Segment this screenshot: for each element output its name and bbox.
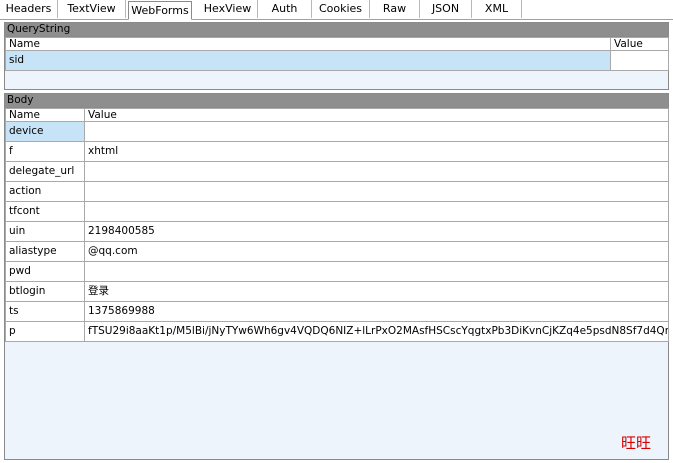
body-value-column-header[interactable]: Value <box>84 108 669 122</box>
querystring-header: QueryString <box>5 23 668 37</box>
table-row[interactable]: action <box>5 181 669 202</box>
table-row[interactable]: btlogin 登录 <box>5 281 669 302</box>
body-table: Name Value device f xhtml delegate_url a… <box>5 108 669 342</box>
body-row-value[interactable]: 登录 <box>84 281 669 302</box>
body-header: Body <box>5 94 668 108</box>
tab-headers[interactable]: Headers <box>0 0 58 18</box>
body-header-row: Name Value <box>5 108 669 122</box>
body-row-value[interactable]: @qq.com <box>84 241 669 262</box>
table-row[interactable]: tfcont <box>5 201 669 222</box>
tab-hexview[interactable]: HexView <box>198 0 258 18</box>
querystring-value-column-header[interactable]: Value <box>610 37 669 51</box>
querystring-row-value[interactable] <box>610 50 669 71</box>
table-row[interactable]: ts 1375869988 <box>5 301 669 322</box>
querystring-table: Name Value sid <box>5 37 669 71</box>
tab-strip: Headers TextView WebForms HexView Auth C… <box>0 0 673 20</box>
body-row-name[interactable]: btlogin <box>5 281 85 302</box>
body-row-name[interactable]: f <box>5 141 85 162</box>
querystring-header-row: Name Value <box>5 37 669 51</box>
body-row-name[interactable]: pwd <box>5 261 85 282</box>
body-panel: Body Name Value device f xhtml delegate_… <box>4 93 669 460</box>
body-row-value[interactable]: 2198400585 <box>84 221 669 242</box>
tab-xml[interactable]: XML <box>472 0 522 18</box>
table-row[interactable]: device <box>5 121 669 142</box>
body-name-column-header[interactable]: Name <box>5 108 85 122</box>
tab-json[interactable]: JSON <box>420 0 472 18</box>
body-row-value[interactable]: fTSU29i8aaKt1p/M5lBi/jNyTYw6Wh6gv4VQDQ6N… <box>84 321 669 342</box>
body-row-name[interactable]: uin <box>5 221 85 242</box>
body-row-value[interactable] <box>84 181 669 202</box>
body-row-name[interactable]: delegate_url <box>5 161 85 182</box>
body-row-name[interactable]: ts <box>5 301 85 322</box>
body-row-name[interactable]: p <box>5 321 85 342</box>
watermark-text: 旺旺 <box>620 434 651 452</box>
body-row-value[interactable]: xhtml <box>84 141 669 162</box>
querystring-panel: QueryString Name Value sid <box>4 22 669 90</box>
querystring-row-name[interactable]: sid <box>5 50 611 71</box>
tab-cookies[interactable]: Cookies <box>312 0 370 18</box>
table-row[interactable]: uin 2198400585 <box>5 221 669 242</box>
body-row-name[interactable]: action <box>5 181 85 202</box>
querystring-name-column-header[interactable]: Name <box>5 37 611 51</box>
table-row[interactable]: delegate_url <box>5 161 669 182</box>
tab-raw[interactable]: Raw <box>370 0 420 18</box>
body-row-name[interactable]: tfcont <box>5 201 85 222</box>
table-row[interactable]: aliastype @qq.com <box>5 241 669 262</box>
body-row-value[interactable] <box>84 261 669 282</box>
table-row[interactable]: sid <box>5 50 669 71</box>
body-row-value[interactable] <box>84 161 669 182</box>
body-row-name[interactable]: aliastype <box>5 241 85 262</box>
tab-webforms[interactable]: WebForms <box>128 1 192 20</box>
body-row-value[interactable] <box>84 201 669 222</box>
table-row[interactable]: f xhtml <box>5 141 669 162</box>
table-row[interactable]: pwd <box>5 261 669 282</box>
table-row[interactable]: p fTSU29i8aaKt1p/M5lBi/jNyTYw6Wh6gv4VQDQ… <box>5 321 669 342</box>
tab-auth[interactable]: Auth <box>258 0 312 18</box>
tab-textview[interactable]: TextView <box>58 0 126 18</box>
body-row-value[interactable]: 1375869988 <box>84 301 669 322</box>
body-row-value[interactable] <box>84 121 669 142</box>
body-row-name[interactable]: device <box>5 121 85 142</box>
